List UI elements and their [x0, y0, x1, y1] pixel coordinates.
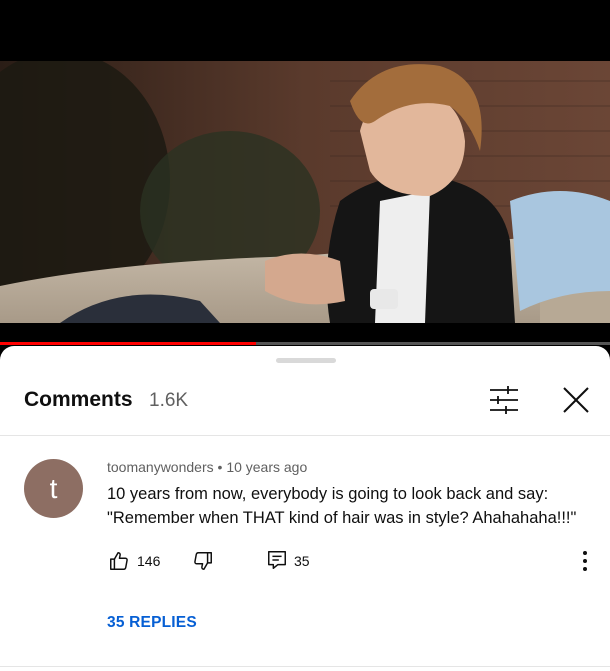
comment-text-line: 10 years from now, everybody is going to… — [107, 485, 549, 503]
comment-time: 10 years ago — [226, 459, 308, 475]
header-divider — [0, 435, 610, 436]
video-progress-bar[interactable] — [0, 342, 610, 345]
comment-actions: 146 35 — [0, 546, 610, 576]
comment-text-line: "Remember when THAT kind of hair was in … — [107, 509, 577, 527]
comment-text: 10 years from now, everybody is going to… — [107, 482, 587, 530]
comments-title: Comments — [24, 388, 133, 411]
comment-meta: toomanywonders • 10 years ago — [107, 459, 307, 475]
bottom-divider — [0, 666, 610, 667]
drag-handle[interactable] — [276, 358, 336, 363]
close-icon[interactable] — [558, 382, 594, 418]
thumbs-down-icon[interactable] — [192, 550, 214, 572]
video-frame — [0, 61, 610, 323]
status-bar-area — [0, 0, 610, 61]
more-vertical-icon[interactable] — [574, 549, 596, 573]
video-player[interactable] — [0, 61, 610, 323]
video-letterbox — [0, 323, 610, 343]
comments-sheet: Comments 1.6K t toomanywonders • 10 year… — [0, 346, 610, 671]
meta-separator: • — [217, 459, 223, 475]
video-progress-fill — [0, 342, 257, 345]
view-replies-button[interactable]: 35 REPLIES — [107, 614, 197, 632]
comment-author[interactable]: toomanywonders — [107, 459, 214, 475]
like-count: 146 — [137, 553, 161, 569]
reply-count: 35 — [294, 553, 310, 569]
thumbs-up-icon[interactable] — [108, 550, 130, 572]
sort-filter-icon[interactable] — [486, 384, 522, 416]
reply-icon[interactable] — [266, 549, 288, 571]
comments-count: 1.6K — [149, 390, 189, 411]
avatar[interactable]: t — [24, 459, 83, 518]
